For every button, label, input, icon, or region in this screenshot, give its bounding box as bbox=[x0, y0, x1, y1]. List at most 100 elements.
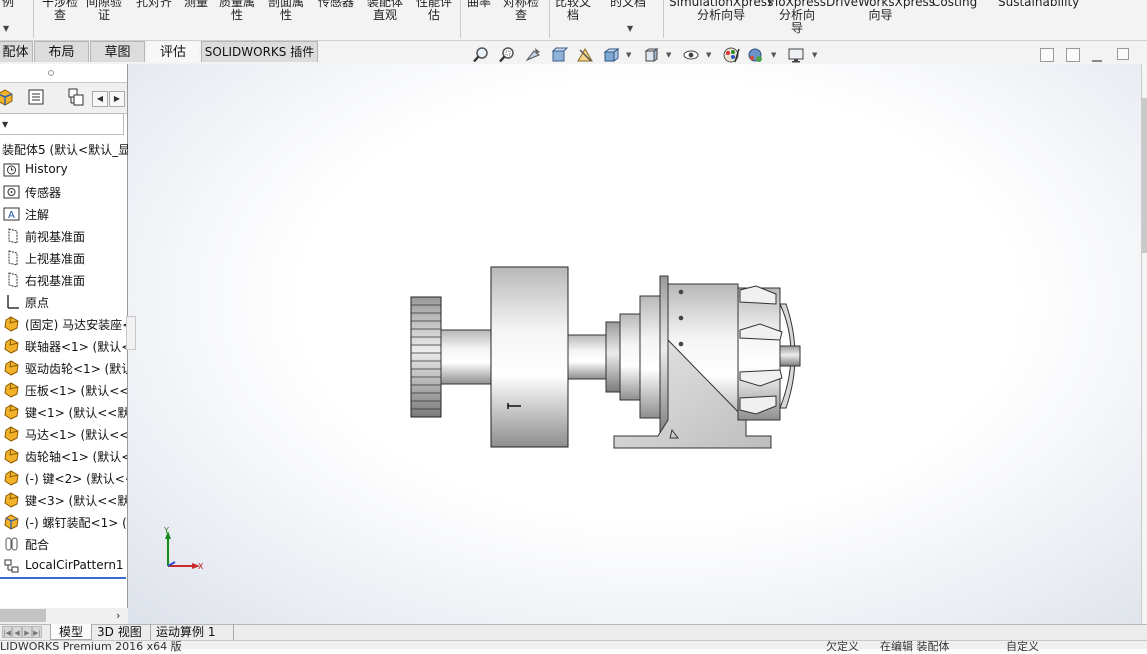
tab-scroll-right-icon[interactable]: ▶ bbox=[109, 91, 125, 107]
ribbon-driveworksxpress[interactable]: DriveWorksXpress 向导 bbox=[826, 0, 935, 22]
tree-item[interactable]: 原点 bbox=[0, 291, 127, 313]
split-panel-icon[interactable] bbox=[1066, 48, 1080, 62]
tree-item[interactable]: 驱动齿轮<1> (默认 bbox=[0, 357, 127, 379]
prev-tab-icon[interactable]: ◀ bbox=[12, 626, 22, 638]
tree-item[interactable]: 键<1> (默认<<默认 bbox=[0, 401, 127, 423]
scroll-right-icon[interactable]: › bbox=[116, 609, 120, 622]
tree-item[interactable]: 压板<1> (默认<<默 bbox=[0, 379, 127, 401]
display-style-icon[interactable] bbox=[641, 45, 661, 65]
ribbon-floxpress[interactable]: FloXpress 分析向 导 bbox=[768, 0, 826, 35]
maximize-icon[interactable] bbox=[1117, 48, 1129, 60]
scrollbar-thumb[interactable] bbox=[1142, 98, 1147, 253]
previous-view-icon[interactable] bbox=[523, 45, 543, 65]
ribbon-hole-alignment[interactable]: 孔对齐 bbox=[136, 0, 172, 9]
tab-evaluate[interactable]: 评估 bbox=[146, 41, 200, 62]
panel-resize-handle[interactable] bbox=[48, 70, 54, 76]
ribbon-measure[interactable]: 测量 bbox=[184, 0, 208, 9]
ribbon-separator bbox=[549, 0, 550, 38]
tab-layout[interactable]: 布局 bbox=[34, 41, 89, 62]
tree-item[interactable]: 配合 bbox=[0, 533, 127, 555]
tab-sketch[interactable]: 草图 bbox=[90, 41, 145, 62]
chevron-down-icon[interactable]: ▼ bbox=[2, 120, 8, 129]
dynamic-annotation-icon[interactable] bbox=[575, 45, 595, 65]
ribbon-interference-check[interactable]: 干涉检 查 bbox=[42, 0, 78, 22]
status-app-version: LIDWORKS Premium 2016 x64 版 bbox=[0, 640, 182, 653]
view-settings-icon[interactable] bbox=[786, 45, 806, 65]
configurationmanager-tab-icon[interactable] bbox=[65, 86, 87, 108]
tree-item[interactable]: (-) 键<2> (默认<< bbox=[0, 467, 127, 489]
zoom-to-fit-icon[interactable] bbox=[471, 45, 491, 65]
ribbon-sustainability[interactable]: Sustainability bbox=[998, 0, 1079, 9]
ribbon-item-example[interactable]: 例 bbox=[2, 0, 14, 9]
tree-item-label: 上视基准面 bbox=[25, 252, 86, 266]
ribbon-mass-properties[interactable]: 质量属 性 bbox=[219, 0, 255, 22]
first-tab-icon[interactable]: |◀ bbox=[2, 626, 12, 638]
scrollbar-thumb[interactable] bbox=[0, 609, 46, 622]
ribbon-performance-evaluation[interactable]: 性能评 估 bbox=[416, 0, 452, 22]
tree-item[interactable]: 上视基准面 bbox=[0, 247, 127, 269]
ribbon-simulationxpress[interactable]: SimulationXpress 分析向导 bbox=[669, 0, 773, 22]
tree-item[interactable]: (固定) 马达安装座< bbox=[0, 313, 127, 335]
ribbon-check-documents[interactable]: 的文档 bbox=[610, 0, 646, 9]
hide-show-items-icon[interactable] bbox=[681, 45, 701, 65]
ribbon-costing[interactable]: Costing bbox=[932, 0, 977, 9]
sensor-icon bbox=[3, 184, 20, 200]
tab-model[interactable]: 模型 bbox=[50, 624, 92, 640]
subassembly-icon bbox=[3, 514, 20, 530]
ribbon-clearance-verify[interactable]: 间隙验 证 bbox=[86, 0, 122, 22]
tab-scroll-left-icon[interactable]: ◀ bbox=[92, 91, 108, 107]
view-orientation-icon[interactable] bbox=[601, 45, 621, 65]
minimize-icon[interactable] bbox=[1092, 60, 1102, 62]
propertymanager-tab-icon[interactable] bbox=[25, 86, 47, 108]
ribbon-dropdown-arrow[interactable]: ▼ bbox=[627, 24, 633, 33]
tree-item-label: (固定) 马达安装座< bbox=[25, 318, 127, 332]
section-view-icon[interactable] bbox=[549, 45, 569, 65]
tree-item[interactable]: 传感器 bbox=[0, 181, 127, 203]
tab-assembly[interactable]: 配体 bbox=[0, 41, 33, 62]
chevron-down-icon[interactable]: ▼ bbox=[706, 51, 711, 59]
tree-item[interactable]: 右视基准面 bbox=[0, 269, 127, 291]
tree-selection-underline bbox=[0, 577, 126, 579]
tree-item[interactable]: A 注解 bbox=[0, 203, 127, 225]
assembly-model[interactable] bbox=[128, 64, 1147, 625]
ribbon-assembly-visualization[interactable]: 装配体 直观 bbox=[367, 0, 403, 22]
tree-root-assembly[interactable]: 装配体5 (默认<默认_显 bbox=[2, 141, 130, 158]
apply-scene-icon[interactable] bbox=[746, 45, 766, 65]
tree-filter-box[interactable] bbox=[0, 113, 124, 135]
ribbon-compare-documents[interactable]: 比较文 档 bbox=[555, 0, 591, 22]
plane-icon bbox=[3, 272, 20, 288]
tab-solidworks-addins[interactable]: SOLIDWORKS 插件 bbox=[201, 41, 318, 62]
edit-appearance-icon[interactable] bbox=[721, 45, 741, 65]
chevron-down-icon[interactable]: ▼ bbox=[812, 51, 817, 59]
tree-item[interactable]: (-) 螺钉装配<1> (默 bbox=[0, 511, 127, 533]
flyout-tab[interactable] bbox=[126, 316, 136, 350]
next-tab-icon[interactable]: ▶ bbox=[22, 626, 32, 638]
origin-icon bbox=[3, 294, 20, 310]
chevron-down-icon[interactable]: ▼ bbox=[626, 51, 631, 59]
tree-item[interactable]: LocalCirPattern1 bbox=[0, 555, 127, 577]
ribbon-curvature[interactable]: 曲率 bbox=[467, 0, 491, 9]
tree-item[interactable]: 前视基准面 bbox=[0, 225, 127, 247]
restore-panel-icon[interactable] bbox=[1040, 48, 1054, 62]
ribbon-symmetry-check[interactable]: 对称检 查 bbox=[503, 0, 539, 22]
tree-item[interactable]: 键<3> (默认<<默认 bbox=[0, 489, 127, 511]
tree-item-label: 马达<1> (默认<<默 bbox=[25, 428, 127, 442]
tree-item[interactable]: 马达<1> (默认<<默 bbox=[0, 423, 127, 445]
tree-item[interactable]: History bbox=[0, 159, 127, 181]
featuremanager-tab-icon[interactable] bbox=[0, 86, 16, 108]
tab-3d-view[interactable]: 3D 视图 bbox=[93, 624, 151, 640]
chevron-down-icon[interactable]: ▼ bbox=[771, 51, 776, 59]
tree-item-label: 联轴器<1> (默认<< bbox=[25, 340, 127, 354]
zoom-to-area-icon[interactable] bbox=[497, 45, 517, 65]
tree-item[interactable]: 联轴器<1> (默认<< bbox=[0, 335, 127, 357]
last-tab-icon[interactable]: ▶| bbox=[32, 626, 42, 638]
ribbon-dropdown-arrow[interactable]: ▼ bbox=[3, 24, 9, 33]
ribbon-sensor[interactable]: 传感器 bbox=[318, 0, 354, 9]
graphics-viewport[interactable] bbox=[128, 64, 1147, 625]
ribbon-section-properties[interactable]: 剖面属 性 bbox=[268, 0, 304, 22]
part-icon bbox=[3, 470, 20, 486]
status-units[interactable]: 自定义 bbox=[1006, 640, 1039, 654]
chevron-down-icon[interactable]: ▼ bbox=[666, 51, 671, 59]
tree-item[interactable]: 齿轮轴<1> (默认<< bbox=[0, 445, 127, 467]
tab-motion-study-1[interactable]: 运动算例 1 bbox=[152, 624, 234, 640]
